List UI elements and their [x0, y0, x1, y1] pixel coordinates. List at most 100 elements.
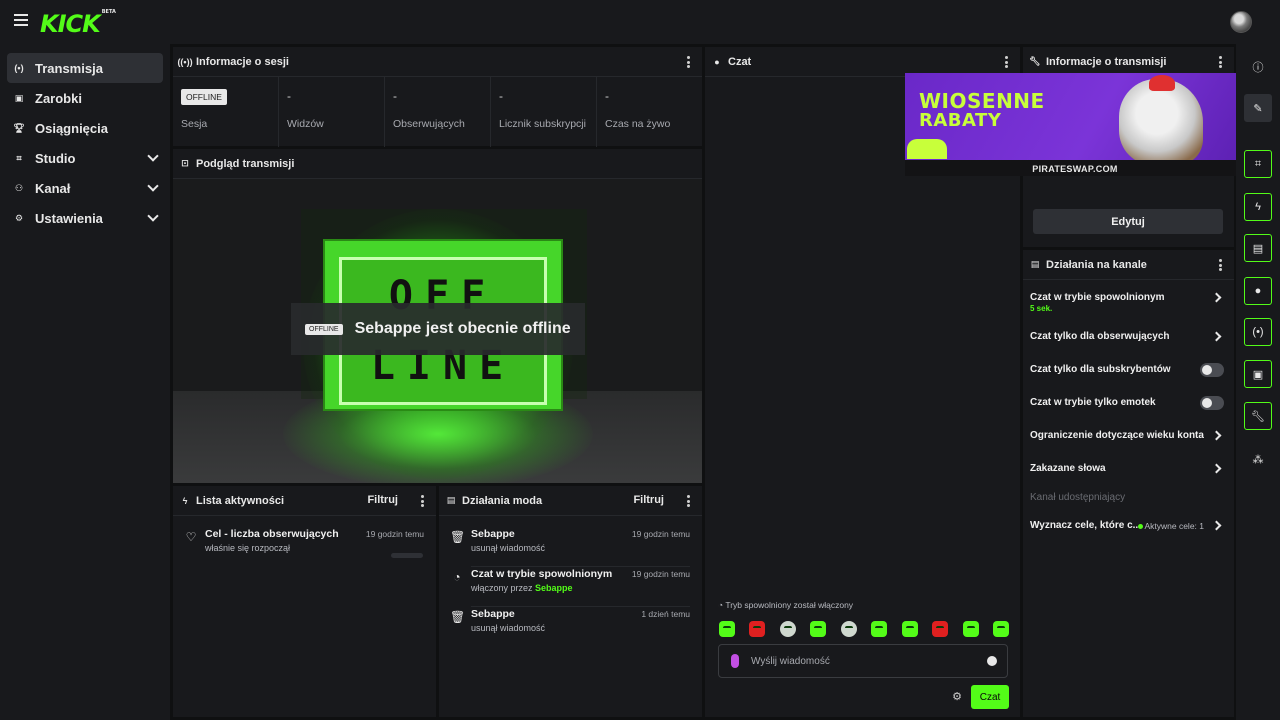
subscribers-only-toggle[interactable]: [1200, 363, 1224, 377]
broadcast-icon[interactable]: (•): [1244, 318, 1272, 346]
setting-label: Ograniczenie dotyczące wieku konta: [1030, 430, 1204, 441]
sidebar-item-label: Transmisja: [35, 60, 103, 76]
ad-mascot-crest: [1149, 75, 1175, 91]
microphone-icon[interactable]: [731, 654, 739, 668]
pencil-icon[interactable]: ✎: [1244, 94, 1272, 122]
list-item[interactable]: ♡ Cel - liczba obserwujących właśnie się…: [173, 528, 436, 562]
sidebar-item-kanal[interactable]: ⚇ Kanał: [7, 173, 163, 203]
avatar[interactable]: [1230, 11, 1252, 33]
send-chat-button[interactable]: Czat: [971, 685, 1009, 709]
wrench-icon[interactable]: 🔧︎: [1244, 402, 1272, 430]
slow-mode-icon: ◔: [453, 570, 461, 584]
emote-icon[interactable]: [779, 621, 796, 637]
ad-mascot-image: [1119, 79, 1203, 165]
subtitle-user[interactable]: Sebappe: [535, 583, 573, 593]
sidebar-item-transmisja[interactable]: (•) Transmisja: [7, 53, 163, 83]
wrench-icon: 🔧︎: [1029, 56, 1041, 66]
ad-banner[interactable]: WIOSENNE RABATY PIRATESWAP.COM: [905, 73, 1245, 176]
chevron-down-icon: [147, 150, 159, 162]
emote-icon[interactable]: [719, 621, 735, 637]
activity-subtitle: właśnie się rozpoczął: [205, 543, 291, 553]
slow-mode-setting[interactable]: Czat w trybie spowolnionym 5 sek.: [1023, 287, 1234, 313]
list-item[interactable]: ◔ Czat w trybie spowolnionym włączony pr…: [439, 568, 702, 607]
progress-bar: [391, 553, 423, 558]
mod-action-time: 19 godzin temu: [631, 569, 690, 579]
stat-label: Obserwujących: [393, 118, 465, 130]
panel-title: Lista aktywności: [196, 494, 285, 507]
ad-url: PIRATESWAP.COM: [1032, 164, 1118, 174]
activity-time: 19 godzin temu: [365, 529, 424, 539]
emote-icon[interactable]: [962, 621, 979, 637]
emote-icon[interactable]: [932, 621, 949, 637]
chat-message-input[interactable]: [751, 652, 971, 670]
trash-icon: 🗑︎: [450, 530, 466, 544]
emote-icon[interactable]: [810, 621, 827, 637]
mod-actions-panel: ▤ Działania moda Filtruj 🗑︎ Sebappe usun…: [439, 486, 702, 717]
more-options-icon[interactable]: [1219, 259, 1222, 271]
stream-preview[interactable]: OFF LINE OFFLINE Sebappe jest obecnie of…: [173, 179, 702, 483]
stat-live-time: - Czas na żywo: [597, 77, 702, 147]
sidebar-item-zarobki[interactable]: ▣ Zarobki: [7, 83, 163, 113]
offline-overlay: OFFLINE Sebappe jest obecnie offline: [291, 303, 585, 355]
sidebar-item-studio[interactable]: ⌗ Studio: [7, 143, 163, 173]
menu-icon[interactable]: [14, 14, 28, 26]
panel-header: ϟ Lista aktywności Filtruj: [173, 486, 436, 516]
emote-icon[interactable]: [871, 621, 888, 637]
info-icon[interactable]: ⓘ: [1244, 53, 1272, 81]
more-options-icon[interactable]: [1219, 56, 1222, 68]
emote-icon[interactable]: [840, 621, 857, 637]
emote-icon[interactable]: [901, 621, 918, 637]
chat-bubble-icon[interactable]: ●: [1244, 277, 1272, 305]
scan-icon[interactable]: ⌗: [1244, 150, 1272, 178]
panel-title: Informacje o transmisji: [1046, 55, 1167, 68]
bolt-icon[interactable]: ϟ: [1244, 193, 1272, 221]
banned-words-setting[interactable]: Zakazane słowa: [1023, 458, 1234, 482]
stat-session: OFFLINE Sesja: [173, 77, 279, 147]
panel-title: Czat: [728, 55, 752, 68]
list-item[interactable]: 🗑︎ Sebappe usunął wiadomość 19 godzin te…: [439, 528, 702, 567]
setting-label: Zakazane słowa: [1030, 463, 1106, 474]
panel-header: ▤ Działania na kanale: [1023, 250, 1234, 280]
sidebar-item-ustawienia[interactable]: ⚙ Ustawienia: [7, 203, 163, 233]
subscribers-only-setting: Czat tylko dla subskrybentów: [1023, 359, 1234, 383]
emoji-picker-icon[interactable]: [987, 656, 997, 666]
activity-list-panel: ϟ Lista aktywności Filtruj ♡ Cel - liczb…: [173, 486, 436, 717]
mod-action-title: Sebappe: [471, 528, 515, 540]
bolt-icon: ϟ: [182, 495, 188, 506]
active-dot-icon: [1138, 524, 1143, 529]
ad-coin-graphic: [907, 139, 947, 159]
goals-setting[interactable]: Wyznacz cele, które c... Aktywne cele: 1: [1023, 515, 1234, 539]
document-icon[interactable]: ▤: [1244, 234, 1272, 262]
server-icon[interactable]: ▣: [1244, 360, 1272, 388]
more-options-icon[interactable]: [421, 495, 424, 507]
stat-value: -: [393, 89, 397, 103]
edit-button[interactable]: Edytuj: [1033, 209, 1223, 234]
stat-value: -: [605, 89, 609, 103]
chevron-right-icon: [1211, 292, 1222, 303]
more-options-icon[interactable]: [1005, 56, 1008, 68]
list-item[interactable]: 🗑︎ Sebappe usunął wiadomość 1 dzień temu: [439, 608, 702, 644]
setting-label: Czat w trybie tylko emotek: [1030, 397, 1156, 408]
stat-subscriptions: - Licznik subskrypcji: [491, 77, 597, 147]
filter-button[interactable]: Filtruj: [633, 494, 664, 506]
emote-icon[interactable]: [992, 621, 1009, 637]
more-options-icon[interactable]: [687, 56, 690, 68]
broadcast-icon: (•): [14, 63, 24, 73]
slow-mode-text: Tryb spowolniony został włączony: [725, 600, 854, 610]
emote-only-toggle[interactable]: [1200, 396, 1224, 410]
account-age-setting[interactable]: Ograniczenie dotyczące wieku konta: [1023, 425, 1234, 449]
filter-button[interactable]: Filtruj: [367, 494, 398, 506]
host-channel-setting: Kanał udostępniający: [1023, 487, 1234, 511]
sidebar-item-osiagniecia[interactable]: 🏆︎ Osiągnięcia: [7, 113, 163, 143]
divider: [471, 566, 690, 567]
mod-action-subtitle: usunął wiadomość: [471, 543, 546, 553]
ad-headline-2: RABATY: [919, 110, 1002, 131]
emote-icon[interactable]: [749, 621, 766, 637]
people-icon[interactable]: ⁂: [1244, 445, 1272, 473]
sidebar-item-label: Ustawienia: [35, 210, 103, 226]
followers-only-setting[interactable]: Czat tylko dla obserwujących: [1023, 326, 1234, 350]
sidebar: (•) Transmisja ▣ Zarobki 🏆︎ Osiągnięcia …: [0, 44, 170, 720]
chat-settings-icon[interactable]: ⚙: [951, 691, 963, 703]
kick-logo[interactable]: KICK BETA: [40, 8, 116, 38]
more-options-icon[interactable]: [687, 495, 690, 507]
